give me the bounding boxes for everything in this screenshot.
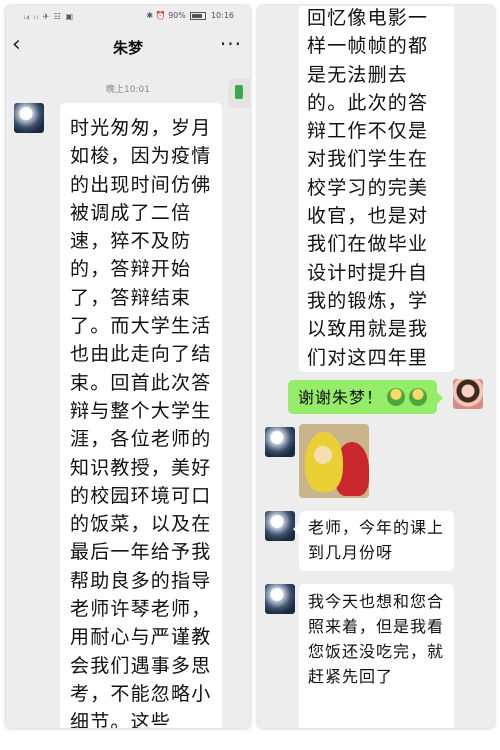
chat-nav-bar: ‹ 朱梦 ··· [6,28,250,64]
my-avatar[interactable] [453,379,483,409]
message-text: 回忆像电影一样一帧帧的都是无法删去的。此次的答辩工作不仅是对我们学生在校学习的完… [307,7,429,369]
chat-title: 朱梦 [112,39,143,57]
status-indicators: ✱ ⏰ 90% [146,11,186,20]
message-text: 我今天也想和您合照来着，但是我看您饭还没吃完，就赶紧先回了 [308,592,445,686]
contact-avatar[interactable] [14,103,44,133]
chat-screen-right: 回忆像电影一样一帧帧的都是无法删去的。此次的答辩工作不仅是对我们学生在校学习的完… [258,6,494,728]
message-bubble-outgoing[interactable]: 谢谢朱梦！ [288,380,444,414]
contact-avatar[interactable] [265,511,295,541]
more-options-icon[interactable]: ··· [220,32,242,56]
status-right: ✱ ⏰ 90% 10:16 [146,11,234,20]
hug-emoji [387,388,406,406]
battery-icon [190,11,207,20]
message-bubble-incoming[interactable]: 时光匆匆，岁月如梭，因为疫情的出现时间仿佛被调成了二倍速，猝不及防的，答辩开始了… [60,103,222,728]
message-text: 时光匆匆，岁月如梭，因为疫情的出现时间仿佛被调成了二倍速，猝不及防的，答辩开始了… [70,117,212,728]
message-text: 谢谢朱梦！ [298,387,384,407]
hug-emoji [409,388,428,406]
chat-screen-left: ᵢ₄ ᵢₗ ✈ ☷ ▣ ✱ ⏰ 90% 10:16 ‹ 朱梦 ··· 晚上10:… [6,6,250,728]
message-bubble-incoming[interactable]: 回忆像电影一样一帧帧的都是无法删去的。此次的答辩工作不仅是对我们学生在校学习的完… [299,6,454,372]
sticker-image[interactable] [299,424,369,498]
sticker-face [314,446,332,464]
contact-avatar[interactable] [265,584,295,614]
signal-icons: ᵢ₄ ᵢₗ ✈ ☷ ▣ [24,12,74,21]
status-time: 10:16 [210,11,234,20]
message-timestamp: 晚上10:01 [106,85,150,95]
message-text: 老师，今年的课上到几月份呀 [308,518,445,562]
status-bar: ᵢ₄ ᵢₗ ✈ ☷ ▣ ✱ ⏰ 90% 10:16 [6,6,250,26]
message-bubble-incoming[interactable]: 老师，今年的课上到几月份呀 [293,511,454,571]
contact-avatar[interactable] [265,427,295,457]
message-bubble-incoming[interactable]: 我今天也想和您合照来着，但是我看您饭还没吃完，就赶紧先回了 [299,584,454,728]
